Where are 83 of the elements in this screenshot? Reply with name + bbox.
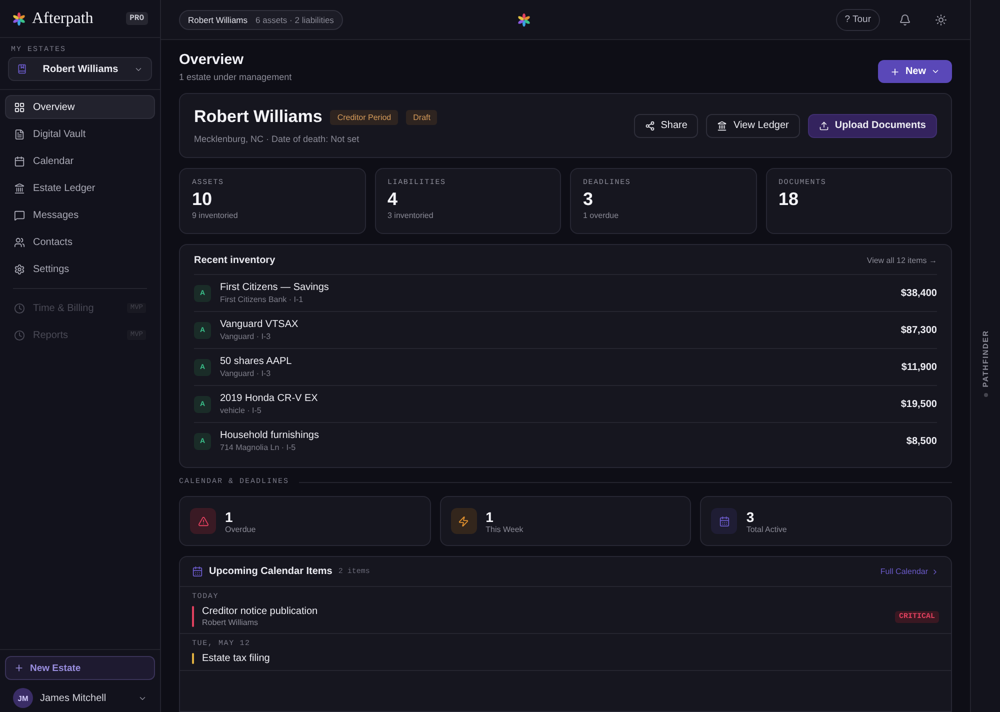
warning-icon: [190, 508, 216, 534]
plus-icon: [890, 66, 900, 76]
item-name: 50 shares AAPL: [220, 356, 293, 367]
item-detail: Vanguard · I-3: [220, 369, 272, 378]
stat-value: 1: [225, 508, 234, 524]
page-title: Overview: [179, 52, 244, 68]
stat-value: 3: [583, 189, 594, 210]
logo-icon: [517, 12, 532, 26]
page-subtitle: 1 estate under management: [179, 72, 292, 82]
nav-icon: [14, 128, 25, 140]
calendar-icon: [192, 566, 203, 577]
nav-icon: [14, 210, 25, 220]
estate-details: Mecklenburg, NC · Date of death: Not set: [194, 134, 360, 144]
clock-icon: [14, 330, 25, 340]
stat-label: Overdue: [225, 524, 256, 534]
event-title[interactable]: Creditor notice publication: [202, 606, 887, 617]
nav-item[interactable]: Overview: [5, 95, 155, 119]
item-amount: $87,300: [900, 324, 937, 336]
nav-item[interactable]: Digital Vault: [5, 122, 155, 146]
status-tag: Draft: [406, 110, 438, 124]
item-name: Vanguard VTSAX: [220, 319, 300, 330]
stat-value: 3: [746, 508, 756, 524]
share-icon: [644, 120, 655, 130]
upload-icon: [818, 120, 829, 130]
stat-value: 4: [388, 189, 399, 210]
status-tag: Creditor Period: [330, 110, 398, 124]
item-detail: vehicle · I-5: [220, 406, 262, 415]
nav-icon: [14, 236, 25, 248]
nav-item[interactable]: Estate Ledger: [5, 176, 155, 200]
item-detail: 714 Magnolia Ln · I-5: [220, 443, 297, 452]
card-title: Upcoming Calendar Items: [209, 566, 332, 577]
item-amount: $19,500: [900, 398, 937, 410]
logo-icon: [12, 12, 26, 26]
user-name: James Mitchell: [40, 692, 108, 704]
item-name: 2019 Honda CR-V EX: [220, 393, 319, 404]
chevron-icon: [931, 568, 939, 576]
status-dot: [984, 393, 988, 398]
item-name: Household furnishings: [220, 430, 320, 441]
plus-icon: [14, 663, 24, 673]
estate-name: Robert Williams: [194, 107, 322, 127]
book-icon: [17, 64, 27, 74]
chevron-icon: [931, 67, 940, 76]
lightning-icon: [450, 508, 477, 534]
stat-note: 1 overdue: [583, 211, 620, 220]
nav-item[interactable]: Contacts: [5, 230, 155, 254]
nav-icon: [14, 156, 25, 166]
nav-icon: [14, 182, 25, 194]
item-amount: $38,400: [900, 288, 937, 298]
card-title: Recent inventory: [194, 255, 276, 266]
new-estate-button[interactable]: New Estate: [5, 656, 155, 680]
clock-icon: [14, 302, 25, 314]
item-detail: First Citizens Bank · I-1: [220, 295, 304, 304]
stat-note: 3 inventoried: [388, 211, 434, 220]
item-amount: $11,900: [901, 362, 937, 372]
stat-note: 9 inventoried: [192, 211, 239, 220]
item-amount: $8,500: [906, 436, 937, 446]
item-detail: Vanguard · I-3: [220, 332, 272, 341]
nav-item[interactable]: Calendar: [5, 149, 155, 173]
tour-button[interactable]: ? Tour: [836, 8, 880, 30]
estate-chip[interactable]: Robert Williams 6 assets · 2 liabilities: [179, 10, 343, 30]
brand-name: Afterpath: [32, 10, 94, 28]
nav-icon: [14, 264, 25, 274]
nav-icon: [14, 102, 25, 112]
event-subtitle: Robert Williams: [202, 618, 260, 627]
stat-value: 18: [778, 189, 800, 210]
stat-label: Total Active: [746, 524, 787, 534]
upload-button[interactable]: Upload Documents: [808, 114, 937, 138]
ledger-icon: [717, 120, 728, 130]
new-button[interactable]: New: [878, 60, 952, 83]
estate-summary: 6 assets · 2 liabilities: [256, 14, 334, 24]
estate-select[interactable]: Robert Williams: [8, 57, 152, 81]
nav-item[interactable]: Messages: [5, 203, 155, 227]
stat-label: This Week: [486, 524, 524, 534]
nav-item[interactable]: Settings: [5, 257, 155, 281]
ledger-button[interactable]: View Ledger: [706, 114, 800, 138]
share-button[interactable]: Share: [634, 114, 698, 138]
plan-badge: PRO: [126, 12, 148, 25]
stat-value: 1: [486, 508, 494, 524]
stat-value: 10: [192, 189, 214, 210]
event-title[interactable]: Estate tax filing: [202, 653, 939, 664]
calendar-icon: [711, 508, 738, 534]
item-name: First Citizens — Savings: [220, 282, 330, 293]
view-all-link[interactable]: View all 12 items →: [866, 256, 937, 265]
